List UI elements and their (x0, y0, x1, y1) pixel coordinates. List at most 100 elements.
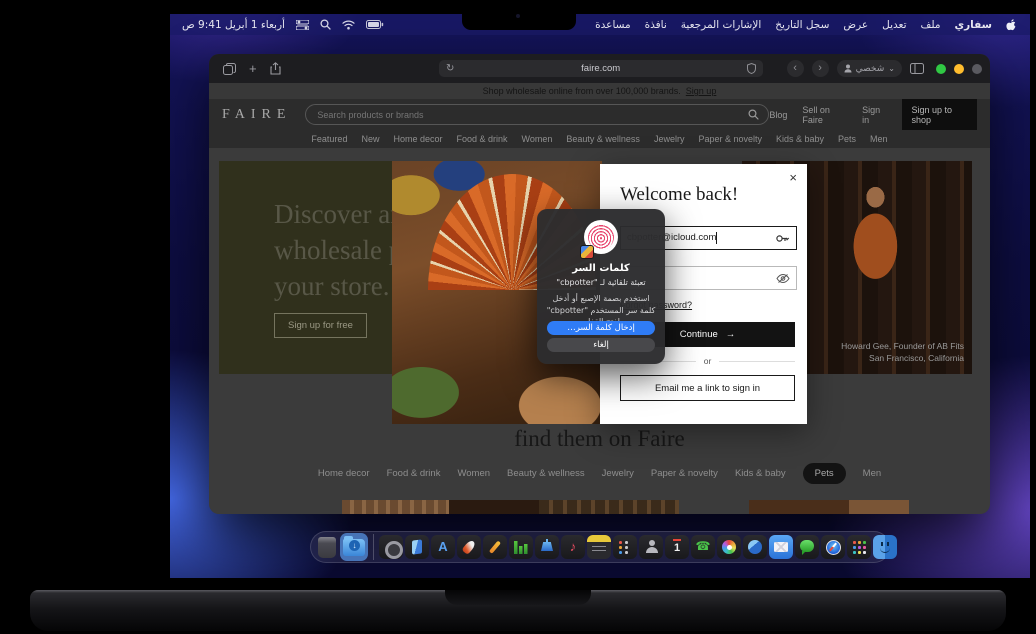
apple-menu-icon[interactable] (1006, 18, 1016, 31)
battery-icon[interactable] (365, 20, 384, 29)
dock-launchpad-icon[interactable] (847, 535, 871, 559)
section-heading: find them on Faire (514, 426, 685, 451)
modal-close-icon[interactable]: × (789, 170, 797, 185)
close-button[interactable] (972, 63, 982, 74)
nav-paper[interactable]: Paper & novelty (698, 134, 762, 144)
dock-trash-icon[interactable] (318, 537, 336, 559)
dock-finder-icon[interactable] (873, 535, 897, 559)
profile-switcher[interactable]: شخصي ⌄ (836, 60, 902, 77)
dock-numbers-icon[interactable] (509, 535, 533, 559)
search-bar[interactable] (305, 104, 770, 125)
nav-food-drink[interactable]: Food & drink (457, 134, 508, 144)
dock-downloads-selected[interactable] (340, 533, 368, 561)
enter-password-button[interactable]: إدخال كلمة السر… (547, 321, 655, 335)
dock-mail-icon[interactable] (769, 535, 793, 559)
pill-pets-active[interactable]: Pets (802, 463, 846, 484)
faire-logo[interactable]: FAIRE (222, 107, 291, 123)
pill-beauty[interactable]: Beauty & wellness (507, 468, 585, 479)
menu-bar-clock[interactable]: أربعاء 1 أبريل 9:41 ص (182, 19, 285, 31)
dock-keynote-icon[interactable] (535, 535, 559, 559)
pill-paper[interactable]: Paper & novelty (651, 468, 718, 479)
menu-item-file[interactable]: ملف (921, 19, 941, 31)
menu-bar: أربعاء 1 أبريل 9:41 ص سفاري ملف تعديل عر… (170, 14, 1030, 35)
nav-kids[interactable]: Kids & baby (776, 134, 824, 144)
sign-in-link[interactable]: Sign in (862, 105, 886, 125)
sell-on-faire-link[interactable]: Sell on Faire (802, 105, 847, 125)
back-button[interactable]: ‹ (786, 60, 804, 77)
menu-item-view[interactable]: عرض (843, 19, 868, 31)
dock-contacts-icon[interactable] (639, 535, 663, 559)
nav-men[interactable]: Men (870, 134, 888, 144)
url-text: faire.com (581, 63, 621, 74)
menu-item-edit[interactable]: تعديل (882, 19, 906, 31)
pill-men[interactable]: Men (863, 468, 881, 479)
arrow-right-icon: → (725, 329, 736, 340)
dock-system-settings-icon[interactable] (379, 535, 403, 559)
cancel-button[interactable]: إلغاء (547, 338, 655, 352)
nav-beauty[interactable]: Beauty & wellness (566, 134, 640, 144)
address-bar[interactable]: ↻ faire.com (439, 60, 763, 77)
control-center-icon[interactable] (295, 19, 309, 30)
menu-item-help[interactable]: مساعدة (595, 19, 630, 31)
dock-maps-icon[interactable] (743, 535, 767, 559)
dock-photos-icon[interactable] (717, 535, 741, 559)
dock-pages-icon[interactable] (483, 535, 507, 559)
dock-calendar-icon[interactable] (665, 535, 689, 559)
new-tab-icon[interactable]: + (249, 61, 257, 76)
nav-women[interactable]: Women (522, 134, 553, 144)
show-password-eye-icon[interactable] (776, 273, 790, 284)
sidebar-icon[interactable] (910, 63, 924, 74)
email-link-button[interactable]: Email me a link to sign in (620, 375, 795, 401)
tab-overview-icon[interactable] (223, 62, 236, 75)
wifi-icon[interactable] (342, 20, 355, 30)
profile-label: شخصي (855, 63, 885, 74)
pill-women[interactable]: Women (457, 468, 490, 479)
dock-safari-icon[interactable] (821, 535, 845, 559)
hero-signup-button[interactable]: Sign up for free (274, 313, 367, 338)
category-nav: Featured New Home decor Food & drink Wom… (209, 130, 990, 148)
dock-separator (373, 534, 374, 560)
share-icon[interactable] (270, 62, 281, 75)
pill-jewelry[interactable]: Jewelry (602, 468, 634, 479)
menu-item-window[interactable]: نافذة (645, 19, 667, 31)
zoom-button[interactable] (936, 63, 946, 74)
laptop-screen: أربعاء 1 أبريل 9:41 ص سفاري ملف تعديل عر… (82, 4, 1030, 590)
category-pills: Home decor Food & drink Women Beauty & w… (209, 463, 990, 484)
menu-item-safari[interactable]: سفاري (955, 19, 993, 31)
nav-pets[interactable]: Pets (838, 134, 856, 144)
dock-music-icon[interactable] (561, 535, 585, 559)
menu-item-history[interactable]: سجل التاريخ (775, 19, 829, 31)
dialog-subtitle: تعبئة تلقائية لـ "cbpotter" (556, 278, 646, 287)
dialog-title: كلمات السر (572, 263, 630, 274)
modal-title: Welcome back! (620, 184, 739, 205)
pill-food-drink[interactable]: Food & drink (387, 468, 441, 479)
dock-facetime-icon[interactable] (691, 535, 715, 559)
dock-reminders-icon[interactable] (613, 535, 637, 559)
camera-dot (516, 14, 520, 18)
blog-link[interactable]: Blog (769, 110, 787, 120)
search-input[interactable] (315, 108, 743, 121)
passwords-key-icon[interactable] (776, 233, 790, 244)
dock-books-icon[interactable] (405, 535, 429, 559)
dock-messages-icon[interactable] (795, 535, 819, 559)
forward-button[interactable]: › (811, 60, 829, 77)
nav-new[interactable]: New (361, 134, 379, 144)
reload-icon[interactable]: ↻ (446, 63, 454, 74)
promo-signup-link[interactable]: Sign up (686, 86, 717, 96)
dock-notes-icon[interactable] (587, 535, 611, 559)
nav-featured[interactable]: Featured (311, 134, 347, 144)
spotlight-search-icon[interactable] (320, 19, 331, 30)
dock-app-store-icon[interactable] (431, 535, 455, 559)
privacy-shield-icon[interactable] (747, 63, 756, 74)
nav-home-decor[interactable]: Home decor (393, 134, 442, 144)
minimize-button[interactable] (954, 63, 964, 74)
menu-item-bookmarks[interactable]: الإشارات المرجعية (681, 19, 761, 31)
pill-kids[interactable]: Kids & baby (735, 468, 786, 479)
sign-up-button[interactable]: Sign up to shop (901, 98, 977, 131)
nav-jewelry[interactable]: Jewelry (654, 134, 685, 144)
pill-home-decor[interactable]: Home decor (318, 468, 370, 479)
dock-rocket-icon[interactable] (457, 535, 481, 559)
desktop-wallpaper: أربعاء 1 أبريل 9:41 ص سفاري ملف تعديل عر… (170, 14, 1030, 578)
search-icon[interactable] (748, 109, 759, 120)
passwords-app-badge-icon (580, 245, 594, 259)
